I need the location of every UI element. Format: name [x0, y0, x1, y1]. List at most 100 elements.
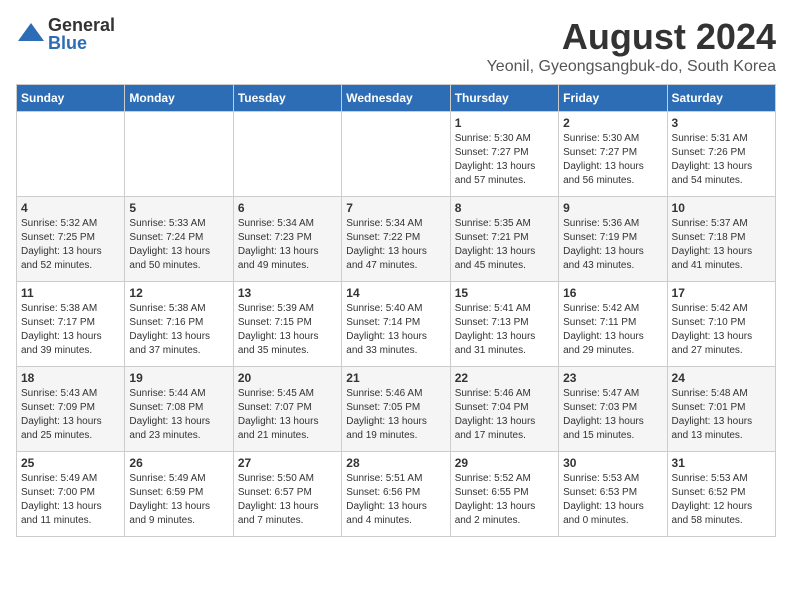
day-number: 8 [455, 201, 554, 215]
day-info: Sunrise: 5:45 AM Sunset: 7:07 PM Dayligh… [238, 387, 337, 443]
day-info: Sunrise: 5:47 AM Sunset: 7:03 PM Dayligh… [563, 387, 662, 443]
day-info: Sunrise: 5:44 AM Sunset: 7:08 PM Dayligh… [129, 387, 228, 443]
day-number: 19 [129, 371, 228, 385]
calendar-cell: 28 Sunrise: 5:51 AM Sunset: 6:56 PM Dayli… [342, 452, 450, 537]
day-number: 2 [563, 116, 662, 130]
calendar-day-header: Saturday [667, 85, 775, 112]
calendar-week-row: 1 Sunrise: 5:30 AM Sunset: 7:27 PM Daylig… [17, 112, 776, 197]
calendar-cell: 16 Sunrise: 5:42 AM Sunset: 7:11 PM Dayli… [559, 282, 667, 367]
calendar-week-row: 25Sunrise: 5:49 AM Sunset: 7:00 PM Dayli… [17, 452, 776, 537]
calendar-cell: 14 Sunrise: 5:40 AM Sunset: 7:14 PM Dayli… [342, 282, 450, 367]
calendar-cell: 8 Sunrise: 5:35 AM Sunset: 7:21 PM Daylig… [450, 197, 558, 282]
day-info: Sunrise: 5:35 AM Sunset: 7:21 PM Dayligh… [455, 217, 554, 273]
day-info: Sunrise: 5:30 AM Sunset: 7:27 PM Dayligh… [455, 132, 554, 188]
day-info: Sunrise: 5:30 AM Sunset: 7:27 PM Dayligh… [563, 132, 662, 188]
day-info: Sunrise: 5:51 AM Sunset: 6:56 PM Dayligh… [346, 472, 445, 528]
day-info: Sunrise: 5:37 AM Sunset: 7:18 PM Dayligh… [672, 217, 771, 273]
title-area: August 2024 Yeonil, Gyeongsangbuk-do, So… [487, 16, 776, 76]
day-number: 10 [672, 201, 771, 215]
day-info: Sunrise: 5:34 AM Sunset: 7:22 PM Dayligh… [346, 217, 445, 273]
day-info: Sunrise: 5:42 AM Sunset: 7:10 PM Dayligh… [672, 302, 771, 358]
logo-icon [16, 19, 46, 49]
calendar-day-header: Sunday [17, 85, 125, 112]
day-number: 21 [346, 371, 445, 385]
calendar-cell: 23 Sunrise: 5:47 AM Sunset: 7:03 PM Dayli… [559, 367, 667, 452]
calendar-cell: 6 Sunrise: 5:34 AM Sunset: 7:23 PM Daylig… [233, 197, 341, 282]
calendar-cell: 3Sunrise: 5:31 AM Sunset: 7:26 PM Daylig… [667, 112, 775, 197]
calendar-cell [233, 112, 341, 197]
day-info: Sunrise: 5:52 AM Sunset: 6:55 PM Dayligh… [455, 472, 554, 528]
calendar-cell: 5 Sunrise: 5:33 AM Sunset: 7:24 PM Daylig… [125, 197, 233, 282]
calendar-cell: 25Sunrise: 5:49 AM Sunset: 7:00 PM Dayli… [17, 452, 125, 537]
day-number: 4 [21, 201, 120, 215]
day-number: 6 [238, 201, 337, 215]
day-number: 13 [238, 286, 337, 300]
day-info: Sunrise: 5:39 AM Sunset: 7:15 PM Dayligh… [238, 302, 337, 358]
calendar-cell: 2 Sunrise: 5:30 AM Sunset: 7:27 PM Daylig… [559, 112, 667, 197]
calendar-cell: 26 Sunrise: 5:49 AM Sunset: 6:59 PM Dayli… [125, 452, 233, 537]
calendar-cell: 7 Sunrise: 5:34 AM Sunset: 7:22 PM Daylig… [342, 197, 450, 282]
calendar-cell: 19 Sunrise: 5:44 AM Sunset: 7:08 PM Dayli… [125, 367, 233, 452]
calendar-cell: 1 Sunrise: 5:30 AM Sunset: 7:27 PM Daylig… [450, 112, 558, 197]
day-info: Sunrise: 5:43 AM Sunset: 7:09 PM Dayligh… [21, 387, 120, 443]
calendar-cell: 17Sunrise: 5:42 AM Sunset: 7:10 PM Dayli… [667, 282, 775, 367]
logo: General Blue [16, 16, 115, 52]
calendar-cell: 18 Sunrise: 5:43 AM Sunset: 7:09 PM Dayli… [17, 367, 125, 452]
header: General Blue August 2024 Yeonil, Gyeongs… [16, 16, 776, 76]
calendar-cell: 13 Sunrise: 5:39 AM Sunset: 7:15 PM Dayli… [233, 282, 341, 367]
logo-general-text: General [48, 16, 115, 34]
calendar-cell: 22Sunrise: 5:46 AM Sunset: 7:04 PM Dayli… [450, 367, 558, 452]
calendar-cell: 4 Sunrise: 5:32 AM Sunset: 7:25 PM Daylig… [17, 197, 125, 282]
day-number: 27 [238, 456, 337, 470]
calendar-day-header: Wednesday [342, 85, 450, 112]
calendar-cell [17, 112, 125, 197]
day-info: Sunrise: 5:49 AM Sunset: 6:59 PM Dayligh… [129, 472, 228, 528]
day-info: Sunrise: 5:32 AM Sunset: 7:25 PM Dayligh… [21, 217, 120, 273]
day-number: 7 [346, 201, 445, 215]
calendar-cell: 15 Sunrise: 5:41 AM Sunset: 7:13 PM Dayli… [450, 282, 558, 367]
calendar-cell: 10 Sunrise: 5:37 AM Sunset: 7:18 PM Dayli… [667, 197, 775, 282]
day-info: Sunrise: 5:34 AM Sunset: 7:23 PM Dayligh… [238, 217, 337, 273]
day-number: 25 [21, 456, 120, 470]
day-info: Sunrise: 5:41 AM Sunset: 7:13 PM Dayligh… [455, 302, 554, 358]
day-number: 12 [129, 286, 228, 300]
day-info: Sunrise: 5:42 AM Sunset: 7:11 PM Dayligh… [563, 302, 662, 358]
calendar-cell: 30Sunrise: 5:53 AM Sunset: 6:53 PM Dayli… [559, 452, 667, 537]
day-number: 9 [563, 201, 662, 215]
day-number: 18 [21, 371, 120, 385]
calendar-cell: 11Sunrise: 5:38 AM Sunset: 7:17 PM Dayli… [17, 282, 125, 367]
day-info: Sunrise: 5:38 AM Sunset: 7:16 PM Dayligh… [129, 302, 228, 358]
day-number: 1 [455, 116, 554, 130]
calendar-week-row: 4 Sunrise: 5:32 AM Sunset: 7:25 PM Daylig… [17, 197, 776, 282]
location-subtitle: Yeonil, Gyeongsangbuk-do, South Korea [487, 58, 776, 76]
day-info: Sunrise: 5:33 AM Sunset: 7:24 PM Dayligh… [129, 217, 228, 273]
calendar-cell [342, 112, 450, 197]
day-number: 26 [129, 456, 228, 470]
day-number: 29 [455, 456, 554, 470]
month-year-title: August 2024 [487, 16, 776, 58]
calendar-table: SundayMondayTuesdayWednesdayThursdayFrid… [16, 84, 776, 537]
day-number: 3 [672, 116, 771, 130]
day-info: Sunrise: 5:36 AM Sunset: 7:19 PM Dayligh… [563, 217, 662, 273]
day-number: 14 [346, 286, 445, 300]
day-number: 23 [563, 371, 662, 385]
calendar-cell: 21Sunrise: 5:46 AM Sunset: 7:05 PM Dayli… [342, 367, 450, 452]
day-info: Sunrise: 5:40 AM Sunset: 7:14 PM Dayligh… [346, 302, 445, 358]
calendar-day-header: Thursday [450, 85, 558, 112]
calendar-week-row: 18 Sunrise: 5:43 AM Sunset: 7:09 PM Dayli… [17, 367, 776, 452]
calendar-cell: 24Sunrise: 5:48 AM Sunset: 7:01 PM Dayli… [667, 367, 775, 452]
day-number: 24 [672, 371, 771, 385]
calendar-day-header: Tuesday [233, 85, 341, 112]
calendar-week-row: 11Sunrise: 5:38 AM Sunset: 7:17 PM Dayli… [17, 282, 776, 367]
calendar-cell: 9 Sunrise: 5:36 AM Sunset: 7:19 PM Daylig… [559, 197, 667, 282]
logo-blue-text: Blue [48, 34, 115, 52]
day-number: 28 [346, 456, 445, 470]
calendar-cell: 31Sunrise: 5:53 AM Sunset: 6:52 PM Dayli… [667, 452, 775, 537]
day-number: 5 [129, 201, 228, 215]
calendar-cell: 12 Sunrise: 5:38 AM Sunset: 7:16 PM Dayli… [125, 282, 233, 367]
day-number: 11 [21, 286, 120, 300]
day-number: 16 [563, 286, 662, 300]
day-info: Sunrise: 5:53 AM Sunset: 6:53 PM Dayligh… [563, 472, 662, 528]
day-number: 15 [455, 286, 554, 300]
calendar-cell: 20Sunrise: 5:45 AM Sunset: 7:07 PM Dayli… [233, 367, 341, 452]
